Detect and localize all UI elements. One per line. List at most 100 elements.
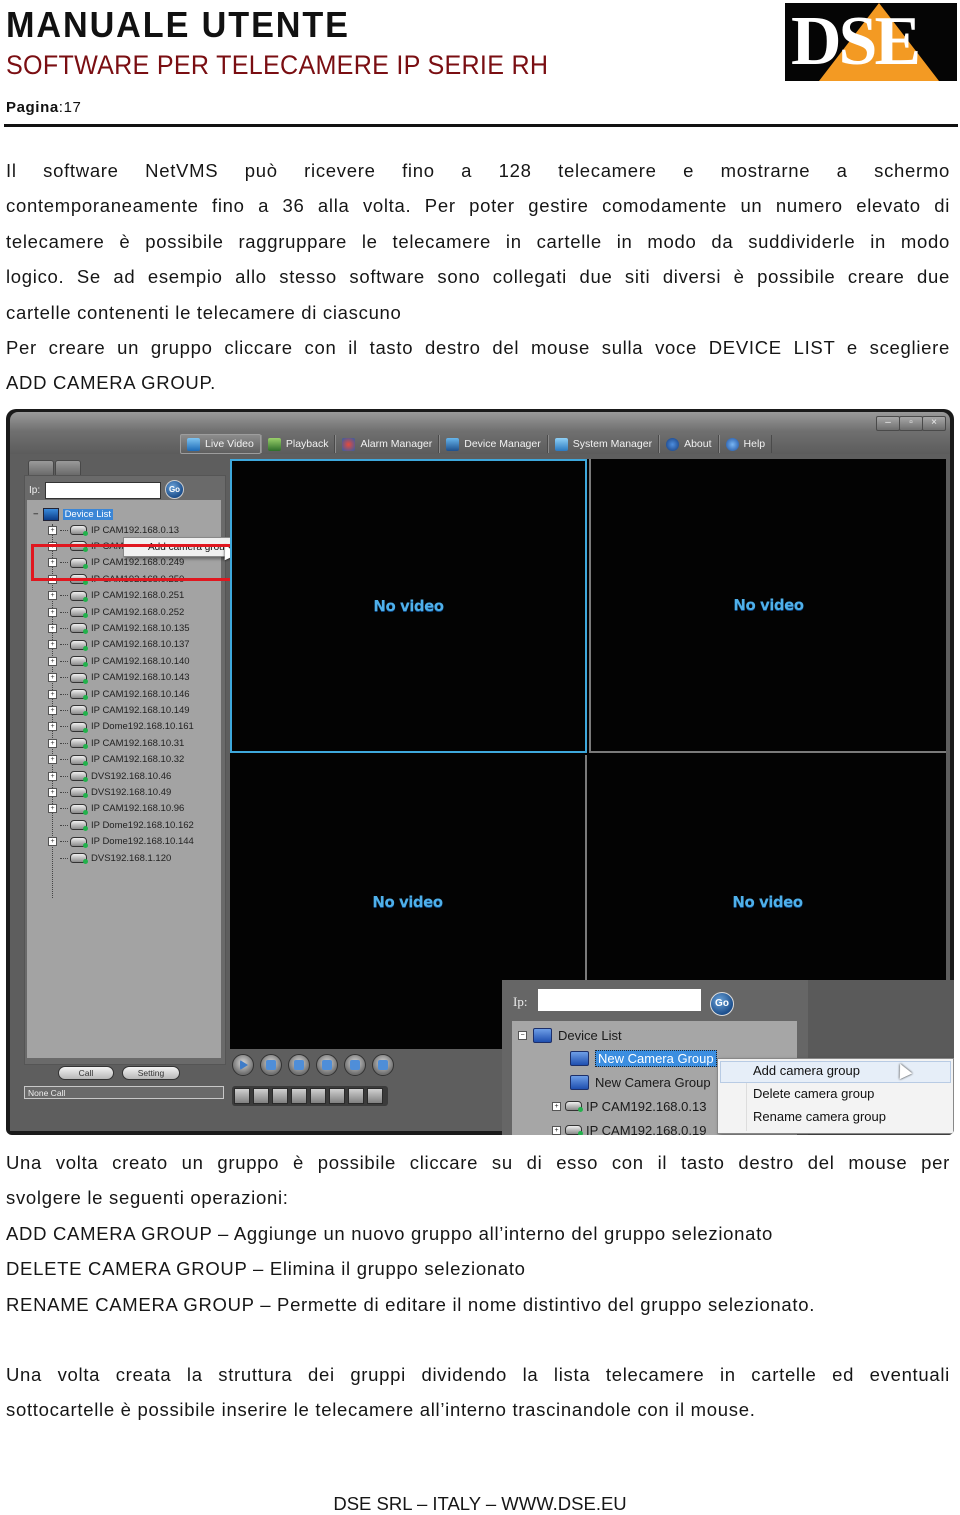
- device-label: IP CAM192.168.0.19: [586, 1122, 707, 1136]
- text-line: cartelle contenenti le telecamere di cia…: [6, 301, 402, 323]
- layout-toolbar: [232, 1086, 388, 1106]
- device-label: IP CAM192.168.10.137: [91, 639, 190, 651]
- text-line: sottocartelle è possibile inserire le te…: [6, 1399, 756, 1421]
- device-tree-item[interactable]: + IP CAM192.168.10.31: [48, 735, 184, 751]
- menu-help[interactable]: Help: [718, 435, 773, 453]
- layout-16-icon[interactable]: [310, 1088, 326, 1104]
- inset-ip-input[interactable]: [538, 989, 701, 1011]
- device-tree-item[interactable]: + IP CAM192.168.10.149: [48, 702, 190, 718]
- device-tree-item[interactable]: + IP Dome192.168.10.161: [48, 719, 194, 735]
- layout-1-icon[interactable]: [234, 1088, 250, 1104]
- menu-rename-camera-group[interactable]: Rename camera group: [753, 1109, 886, 1124]
- expand-icon[interactable]: +: [48, 591, 57, 601]
- more-layouts-icon[interactable]: [367, 1088, 383, 1104]
- device-tree-item[interactable]: + IP CAM192.168.10.137: [48, 637, 190, 653]
- menu-system-manager[interactable]: System Manager: [547, 435, 660, 453]
- inset-device-2[interactable]: + IP CAM192.168.0.19: [552, 1119, 706, 1135]
- go-button[interactable]: Go: [165, 480, 184, 499]
- expand-icon[interactable]: +: [48, 640, 57, 650]
- device-tab[interactable]: [28, 460, 54, 476]
- expand-icon[interactable]: +: [48, 755, 57, 765]
- menu-add-camera-group[interactable]: Add camera group: [753, 1063, 860, 1078]
- main-menu: Live Video Playback Alarm Manager Device…: [180, 434, 773, 454]
- device-tree-item[interactable]: + DVS192.168.10.49: [48, 784, 171, 800]
- device-tree-item[interactable]: +IP Dome192.168.10.162: [48, 817, 194, 833]
- collapse-icon[interactable]: −: [518, 1030, 527, 1040]
- tree-connector: [60, 857, 68, 859]
- tree-connector: [60, 742, 68, 744]
- device-tree-item[interactable]: + IP Dome192.168.10.144: [48, 834, 194, 850]
- play-button[interactable]: [232, 1054, 254, 1076]
- device-tree-item[interactable]: + IP CAM192.168.10.32: [48, 752, 184, 768]
- expand-icon[interactable]: +: [552, 1125, 561, 1135]
- device-tree-item[interactable]: + DVS192.168.10.46: [48, 768, 171, 784]
- expand-icon[interactable]: +: [48, 656, 57, 666]
- device-label: IP CAM192.168.10.146: [91, 688, 190, 700]
- exit-button[interactable]: [372, 1054, 394, 1076]
- tree-root-label: Device List: [62, 508, 114, 520]
- inset-go-button[interactable]: Go: [710, 992, 734, 1016]
- window-titlebar: – ▫ × Live Video Playback Alarm Manager …: [10, 412, 950, 454]
- camera-icon: [70, 705, 88, 717]
- expand-icon[interactable]: +: [48, 787, 57, 797]
- minimize-button[interactable]: –: [876, 416, 900, 431]
- menu-playback[interactable]: Playback: [260, 435, 336, 453]
- camera-icon: [70, 656, 88, 668]
- expand-icon[interactable]: +: [48, 525, 57, 535]
- menu-delete-camera-group[interactable]: Delete camera group: [753, 1086, 874, 1101]
- layout-4-icon[interactable]: [253, 1088, 269, 1104]
- expand-icon[interactable]: +: [48, 607, 57, 617]
- expand-icon[interactable]: +: [48, 771, 57, 781]
- menu-about[interactable]: About: [659, 435, 719, 453]
- folder-icon: [570, 1050, 589, 1066]
- menu-device-manager[interactable]: Device Manager: [439, 435, 548, 453]
- expand-icon[interactable]: +: [48, 738, 57, 748]
- layout-6-icon[interactable]: [272, 1088, 288, 1104]
- group-tab[interactable]: [55, 460, 81, 476]
- stop-button[interactable]: [260, 1054, 282, 1076]
- inset-group-2[interactable]: New Camera Group: [570, 1071, 711, 1093]
- layout-9-icon[interactable]: [291, 1088, 307, 1104]
- video-cell-2[interactable]: No video: [589, 459, 946, 753]
- close-button[interactable]: ×: [922, 416, 946, 431]
- device-tree-item[interactable]: + IP CAM192.168.0.251: [48, 588, 184, 604]
- expand-icon[interactable]: +: [552, 1101, 561, 1111]
- device-tree-item[interactable]: +DVS192.168.1.120: [48, 850, 171, 866]
- device-tree-item[interactable]: + IP CAM192.168.10.96: [48, 801, 184, 817]
- device-tree-item[interactable]: + IP CAM192.168.10.146: [48, 686, 190, 702]
- expand-icon[interactable]: +: [48, 722, 57, 732]
- menu-live-video[interactable]: Live Video: [180, 434, 261, 454]
- call-button[interactable]: Call: [58, 1066, 114, 1080]
- device-tree-item[interactable]: + IP CAM192.168.0.252: [48, 604, 184, 620]
- expand-icon[interactable]: +: [48, 837, 57, 847]
- device-tree-item[interactable]: + IP CAM192.168.0.13: [48, 522, 179, 538]
- expand-icon[interactable]: +: [48, 623, 57, 633]
- inset-group-1[interactable]: New Camera Group: [570, 1047, 717, 1069]
- collapse-icon[interactable]: −: [33, 509, 39, 520]
- device-label: IP CAM192.168.10.143: [91, 672, 190, 684]
- restore-button[interactable]: ▫: [899, 416, 923, 431]
- expand-icon[interactable]: +: [48, 804, 57, 814]
- tree-root-device-list[interactable]: − Device List: [33, 506, 114, 522]
- device-tree-item[interactable]: + IP CAM192.168.10.135: [48, 620, 190, 636]
- cycle-icon[interactable]: [348, 1088, 364, 1104]
- inset-tree-root[interactable]: − Device List: [518, 1024, 622, 1046]
- inset-device-1[interactable]: + IP CAM192.168.0.13: [552, 1095, 706, 1117]
- call-status: None Call: [24, 1086, 224, 1099]
- setting-button[interactable]: Setting: [122, 1066, 180, 1080]
- menu-alarm-manager[interactable]: Alarm Manager: [335, 435, 440, 453]
- expand-icon[interactable]: +: [48, 705, 57, 715]
- camera-icon: [70, 771, 88, 782]
- snapshot-folder-button[interactable]: [288, 1054, 310, 1076]
- layout-36-icon[interactable]: [329, 1088, 345, 1104]
- video-cell-1[interactable]: No video: [230, 459, 587, 753]
- text-line: contemporaneamente fino a 36 alla volta.…: [6, 195, 950, 217]
- device-label: DVS192.168.10.46: [91, 770, 172, 782]
- device-tree-item[interactable]: + IP CAM192.168.10.143: [48, 670, 190, 686]
- ptz-button[interactable]: [316, 1054, 338, 1076]
- expand-icon[interactable]: +: [48, 673, 57, 683]
- fullscreen-button[interactable]: [344, 1054, 366, 1076]
- ip-input[interactable]: [45, 482, 161, 499]
- device-tree-item[interactable]: + IP CAM192.168.10.140: [48, 653, 190, 669]
- expand-icon[interactable]: +: [48, 689, 57, 699]
